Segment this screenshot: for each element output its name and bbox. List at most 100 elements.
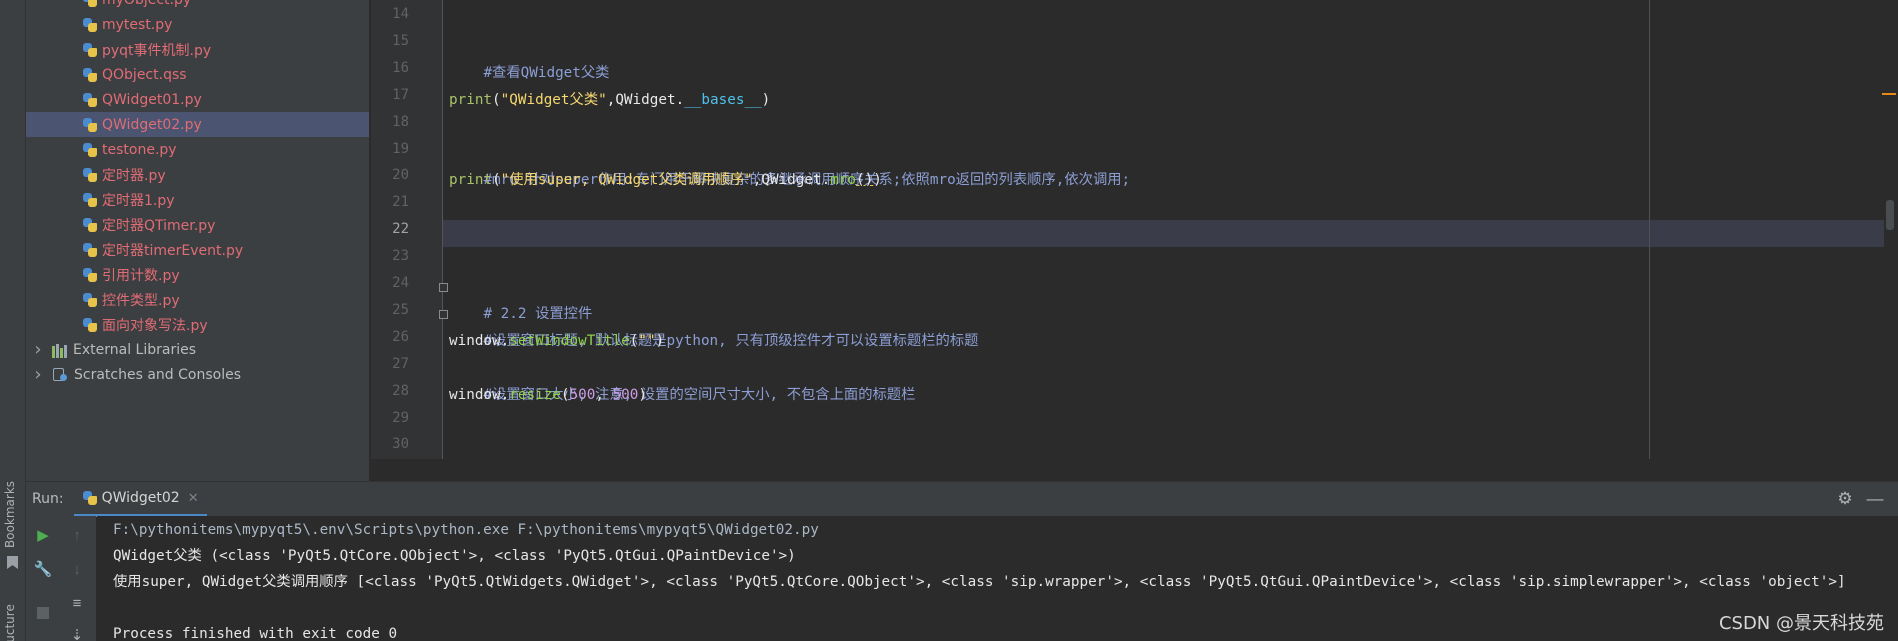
tree-file-label: 定时器1.py [102,192,175,209]
builtin-print: print [449,92,493,108]
python-file-icon [82,117,98,133]
code-line-24[interactable]: # 2.2 设置控件 [449,274,592,322]
minimize-icon[interactable]: — [1866,490,1884,508]
fold-marker-icon[interactable] [439,283,448,292]
project-tree: myObject.py mytest.py pyqt事件机制.py QObject.q… [26,0,370,481]
code-line-25[interactable]: #设置窗口标题, 默认标题是python, 只有顶级控件才可以设置标题栏的标题 [449,301,978,349]
fold-marker-icon[interactable] [439,310,448,319]
paren: ) [873,172,882,188]
chevron-right-icon[interactable]: › [32,339,44,360]
soft-wrap-icon[interactable]: ≡ [66,592,88,614]
method-call: resize [509,387,561,403]
paren: ( [560,387,570,403]
paren: ) [638,387,648,403]
line-number: 27 [392,355,409,372]
right-margin-guide [1649,0,1650,459]
tree-file-label: 控件类型.py [102,292,180,309]
string-literal: "" [638,333,656,349]
tree-file-item[interactable]: mytest.py [26,12,369,37]
editor-scrollbar[interactable] [1884,0,1898,459]
tree-file-item[interactable]: QWidget01.py [26,87,369,112]
code-line-26[interactable]: window.setWindowTitle("") [449,328,664,355]
run-tab-qwidget02[interactable]: QWidget02 ✕ [73,481,207,517]
line-number: 21 [392,194,409,211]
console-line: 使用super, QWidget父类调用顺序 [<class 'PyQt5.Qt… [113,574,1846,590]
code-line-20[interactable]: print("使用super, QWidget父类调用顺序",QWidget.m… [449,167,882,194]
tree-file-item[interactable]: 引用计数.py [26,262,369,287]
identifier: window. [449,387,510,403]
method-call: mro [830,172,857,188]
bookmark-icon[interactable] [7,556,18,569]
line-number: 14 [392,6,409,22]
python-file-icon [82,217,98,233]
line-number: 17 [392,86,409,103]
tree-file-item[interactable]: 定时器timerEvent.py [26,237,369,262]
code-line-28[interactable]: window.resize(500, 500) [449,382,647,409]
tree-file-item[interactable]: QObject.qss [26,62,369,87]
paren: ) [655,333,665,349]
gear-icon[interactable]: ⚙ [1836,490,1854,508]
python-file-icon [82,490,98,506]
python-file-icon [82,92,98,108]
tree-scratches-consoles-label: Scratches and Consoles [74,366,241,383]
scrollbar-thumb[interactable] [1886,200,1894,230]
tree-file-label: 定时器timerEvent.py [102,242,244,259]
tree-external-libraries[interactable]: › External Libraries [26,337,369,362]
bookmarks-tab[interactable]: Bookmarks [3,481,17,548]
method-call: setWindowTitle [509,333,630,349]
run-panel-header: Run: QWidget02 ✕ ⚙ — [26,481,1898,517]
code-line-27[interactable]: #设置窗口大小, 注意, 设置的空间尺寸大小, 不包含上面的标题栏 [449,355,915,403]
tree-file-item[interactable]: pyqt事件机制.py [26,37,369,62]
line-number: 18 [392,113,409,130]
watermark: CSDN @景天科技苑 [1718,613,1884,634]
stop-icon[interactable] [32,602,54,624]
tree-file-item[interactable]: 控件类型.py [26,287,369,312]
down-arrow-icon[interactable]: ↓ [66,558,88,580]
line-number: 16 [392,59,409,76]
tree-file-label: pyqt事件机制.py [102,42,212,59]
run-tab-label: QWidget02 [101,489,180,506]
tree-file-label: QWidget01.py [102,91,202,108]
tree-file-item[interactable]: 定时器QTimer.py [26,212,369,237]
line-number: 15 [392,32,409,49]
code-editor[interactable]: 14 15 16 17 18 19 20 21 22 23 24 25 26 27 28 29 30 #查看QW… [371,0,1898,459]
tree-file-label: QObject.qss [102,66,187,83]
chevron-right-icon[interactable]: › [32,364,44,385]
tree-file-item[interactable]: QWidget02.py [26,112,369,137]
tree-file-item[interactable]: myObject.py [26,0,369,12]
tree-scratches-consoles[interactable]: › Scratches and Consoles [26,362,369,387]
current-line-highlight [371,220,1884,247]
tree-file-item[interactable]: 定时器1.py [26,187,369,212]
console-line: F:\pythonitems\mypyqt5\.env\Scripts\pyth… [113,522,819,538]
code-line-15[interactable]: #查看QWidget父类 [449,33,609,81]
line-number-gutter: 14 15 16 17 18 19 20 21 22 23 24 25 26 27 28 29 30 [371,0,443,459]
dunder-attribute: __bases__ [684,92,762,108]
line-number: 23 [392,248,409,265]
tree-file-label: 定时器.py [102,167,166,184]
close-icon[interactable]: ✕ [188,490,199,506]
code-line-19[interactable]: #mro 针对super作用:专门用于解决复杂的多继承调用顺序关系;依照mro返… [449,140,1130,188]
python-file-icon [82,142,98,158]
structure-tab[interactable]: Structure [3,604,17,641]
wrench-icon[interactable]: 🔧 [32,558,54,580]
paren: ( [492,172,501,188]
line-number: 19 [392,140,409,157]
paren: ( [492,92,501,108]
paren: () [856,172,874,188]
identifier: ,QWidget. [606,92,685,108]
code-line-17[interactable]: print("QWidget父类",QWidget.__bases__) [449,87,770,114]
up-arrow-icon[interactable]: ↑ [66,524,88,546]
tree-file-label: QWidget02.py [102,116,202,133]
string-literal: "QWidget父类" [500,92,607,108]
tree-file-item[interactable]: 面向对象写法.py [26,312,369,337]
scroll-to-end-icon[interactable]: ⇣ [66,624,88,641]
tree-file-label: testone.py [102,141,177,158]
line-number: 25 [392,301,409,318]
run-console[interactable]: F:\pythonitems\mypyqt5\.env\Scripts\pyth… [97,516,1898,641]
rerun-icon[interactable]: ▶ [32,524,54,546]
builtin-print: print [449,172,493,188]
warning-marker[interactable] [1882,93,1896,95]
number-literal: 500 [569,387,596,403]
tree-file-item[interactable]: 定时器.py [26,162,369,187]
tree-file-item[interactable]: testone.py [26,137,369,162]
